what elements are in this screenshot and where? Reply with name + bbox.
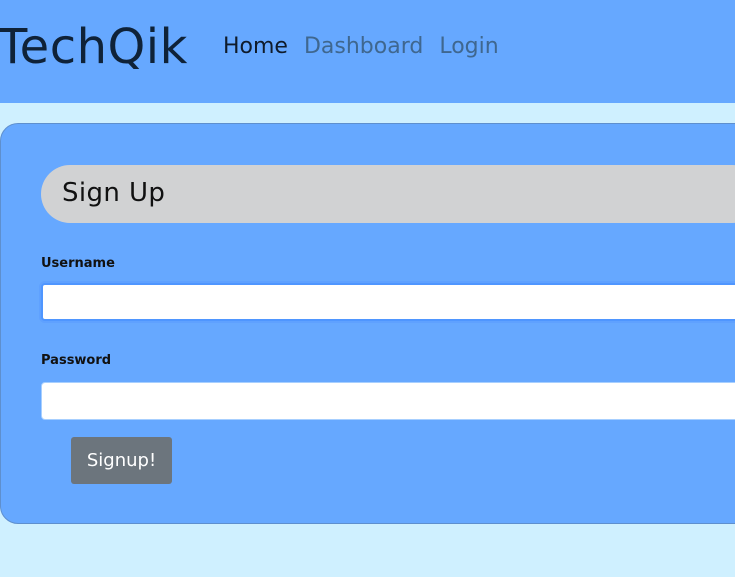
username-label: Username	[41, 256, 115, 271]
password-label: Password	[41, 353, 112, 368]
signup-card: Sign Up Username Password Signup!	[0, 123, 735, 524]
site-header: TechQik Home Dashboard Login	[0, 0, 735, 103]
nav-dashboard-link[interactable]: Dashboard	[304, 33, 423, 61]
brand-logo[interactable]: TechQik	[0, 20, 188, 74]
nav-home-link[interactable]: Home	[223, 33, 288, 61]
nav-login-link[interactable]: Login	[439, 33, 498, 61]
signup-title-bar: Sign Up	[41, 165, 735, 223]
main-navigation: Home Dashboard Login	[223, 33, 499, 61]
signup-button[interactable]: Signup!	[71, 437, 172, 484]
signup-title: Sign Up	[62, 178, 166, 208]
password-input[interactable]	[41, 382, 735, 420]
username-input[interactable]	[41, 283, 735, 321]
